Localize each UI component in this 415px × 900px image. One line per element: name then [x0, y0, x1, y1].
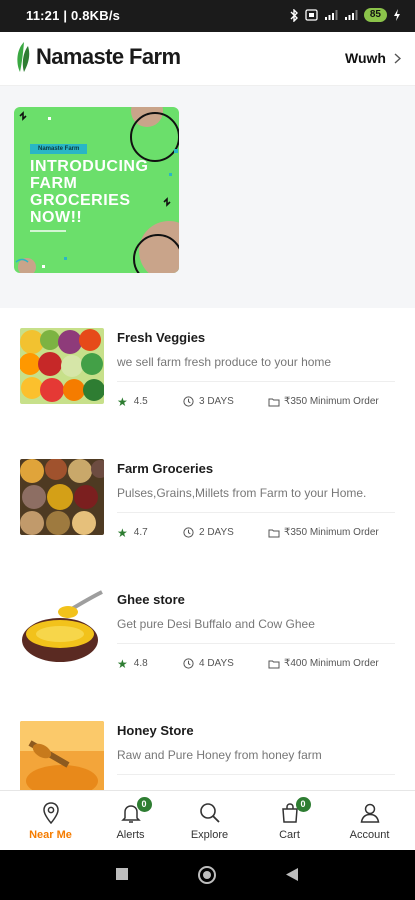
search-icon [199, 803, 220, 823]
shopping-bag-icon-wrapper: 0 [278, 797, 311, 825]
bell-icon-wrapper: 0 [119, 797, 152, 825]
app-header: Namaste Farm Wuwh [0, 32, 415, 86]
leaf-logo-icon [17, 42, 30, 72]
promo-banner[interactable]: Namaste Farm INTRODUCING FARM GROCERIES … [14, 107, 179, 273]
store-card-ghee-store[interactable]: Ghee store Get pure Desi Buffalo and Cow… [0, 570, 415, 701]
banner-tag: Namaste Farm [30, 144, 88, 154]
divider [117, 512, 395, 513]
divider [117, 774, 395, 775]
banner-underline [30, 230, 66, 232]
location-label: Wuwh [345, 50, 386, 66]
cart-badge: 0 [295, 797, 311, 812]
signal-icon [324, 10, 338, 20]
bottom-navigation: Near Me 0 Alerts Explore 0 Cart Account [0, 790, 415, 850]
divider [117, 643, 395, 644]
store-description: Get pure Desi Buffalo and Cow Ghee [117, 617, 315, 631]
folder-icon [268, 398, 280, 406]
rating: ★ 4.5 [117, 394, 148, 409]
delivery-value: 3 DAYS [199, 396, 234, 407]
vibrate-icon [305, 9, 318, 21]
nav-label: Account [349, 829, 390, 841]
store-description: Raw and Pure Honey from honey farm [117, 748, 322, 762]
min-order-value: ₹350 Minimum Order [284, 396, 379, 407]
nav-explore[interactable]: Explore [168, 791, 251, 851]
farm-groceries-image [20, 459, 104, 535]
delivery-value: 4 DAYS [199, 658, 234, 669]
rating: ★ 4.8 [117, 656, 148, 671]
home-button-icon[interactable] [197, 865, 217, 885]
signal-icon-2 [344, 10, 358, 20]
nav-label: Cart [279, 829, 300, 841]
ghee-store-image [20, 590, 104, 666]
banner-headline: INTRODUCING FARM GROCERIES NOW!! [30, 158, 149, 226]
recents-button-icon[interactable] [115, 867, 129, 881]
alerts-badge: 0 [136, 797, 152, 812]
store-name: Farm Groceries [117, 461, 214, 476]
bluetooth-icon [290, 8, 298, 22]
min-order: ₹350 Minimum Order [268, 527, 379, 538]
delivery-time: 2 DAYS [183, 527, 234, 538]
store-name: Fresh Veggies [117, 330, 206, 345]
store-card-fresh-veggies[interactable]: Fresh Veggies we sell farm fresh produce… [0, 308, 415, 439]
store-description: Pulses,Grains,Millets from Farm to your … [117, 486, 367, 500]
min-order: ₹350 Minimum Order [268, 396, 379, 407]
clock-icon [183, 658, 194, 669]
charging-icon [394, 9, 400, 21]
rating-value: 4.5 [133, 396, 148, 407]
store-card-farm-groceries[interactable]: Farm Groceries Pulses,Grains,Millets fro… [0, 439, 415, 570]
store-description: we sell farm fresh produce to your home [117, 355, 332, 369]
star-icon: ★ [117, 656, 128, 671]
store-name: Ghee store [117, 592, 185, 607]
brand-logo[interactable]: Namaste Farm [14, 40, 181, 74]
status-icons: 85 [289, 8, 401, 22]
nav-label: Explore [190, 829, 229, 841]
store-card-honey-store[interactable]: Honey Store Raw and Pure Honey from hone… [0, 701, 415, 790]
system-navigation-bar [0, 850, 415, 900]
folder-icon [268, 529, 280, 537]
battery-icon: 85 [363, 8, 387, 22]
nav-near-me[interactable]: Near Me [9, 791, 92, 851]
min-order: ₹400 Minimum Order [268, 658, 379, 669]
store-name: Honey Store [117, 723, 194, 738]
star-icon: ★ [117, 525, 128, 540]
folder-icon [268, 660, 280, 668]
fresh-veggies-image [20, 328, 104, 404]
honey-store-image [20, 721, 104, 790]
nav-alerts[interactable]: 0 Alerts [89, 791, 172, 851]
nav-label: Alerts [116, 829, 145, 841]
rating-value: 4.7 [133, 527, 148, 538]
nav-account[interactable]: Account [328, 791, 411, 851]
delivery-time: 3 DAYS [183, 396, 234, 407]
location-selector[interactable]: Wuwh [345, 50, 401, 66]
back-button-icon[interactable] [285, 867, 299, 882]
delivery-time: 4 DAYS [183, 658, 234, 669]
store-list: Fresh Veggies we sell farm fresh produce… [0, 308, 415, 790]
nav-cart[interactable]: 0 Cart [248, 791, 331, 851]
chevron-right-icon [394, 52, 401, 64]
status-time: 11:21 | 0.8KB/s [26, 8, 121, 23]
rating: ★ 4.7 [117, 525, 148, 540]
user-icon [360, 803, 379, 823]
app-screen: 11:21 | 0.8KB/s 85 Namaste Farm Wuwh Nam… [0, 0, 415, 900]
location-pin-icon [42, 802, 59, 825]
min-order-value: ₹350 Minimum Order [284, 527, 379, 538]
clock-icon [183, 527, 194, 538]
rating-value: 4.8 [133, 658, 148, 669]
clock-icon [183, 396, 194, 407]
delivery-value: 2 DAYS [199, 527, 234, 538]
star-icon: ★ [117, 394, 128, 409]
divider [117, 381, 395, 382]
promo-section: Namaste Farm INTRODUCING FARM GROCERIES … [0, 86, 415, 308]
min-order-value: ₹400 Minimum Order [284, 658, 379, 669]
status-bar: 11:21 | 0.8KB/s 85 [0, 0, 415, 32]
brand-name: Namaste Farm [36, 44, 181, 69]
nav-label: Near Me [29, 829, 72, 841]
